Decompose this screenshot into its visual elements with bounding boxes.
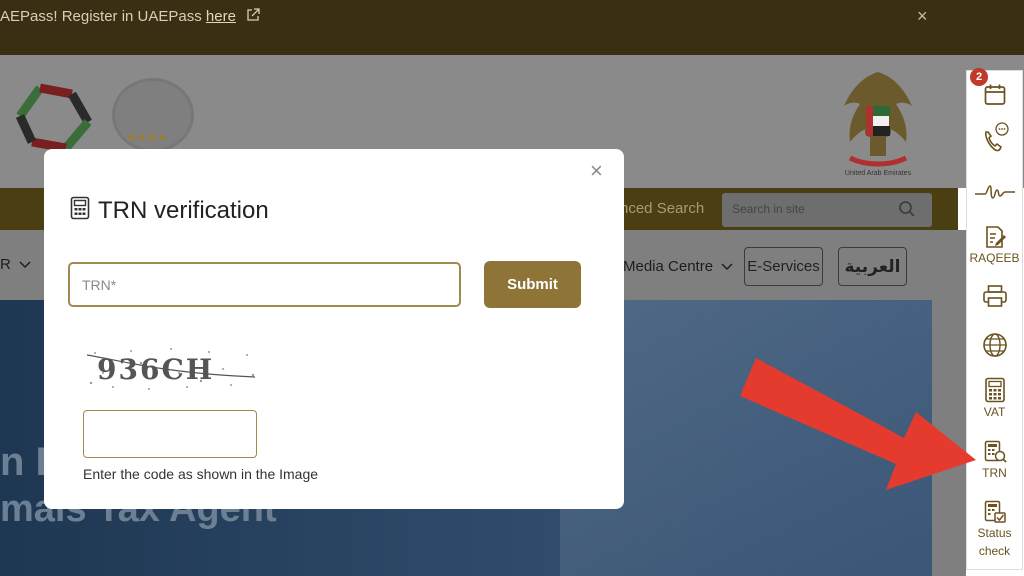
globe-icon	[966, 332, 1023, 358]
side-language-button[interactable]	[966, 332, 1023, 358]
modal-close-icon[interactable]: ×	[590, 160, 603, 182]
captcha-hint: Enter the code as shown in the Image	[83, 466, 319, 482]
eservices-button[interactable]: E-Services	[744, 247, 823, 286]
fta-logo[interactable]	[10, 76, 94, 156]
external-link-icon	[246, 8, 260, 26]
rating-stars: ★★★★	[127, 132, 167, 144]
phone-chat-icon	[966, 122, 1023, 154]
side-signature-button[interactable]	[966, 182, 1023, 202]
captcha-image: 936CH	[83, 343, 259, 395]
chevron-down-icon	[717, 258, 733, 275]
announcement-text: AEPass! Register in UAEPass	[0, 8, 206, 25]
side-raqeeb-button[interactable]: RAQEEB	[966, 225, 1023, 267]
calculator-icon	[70, 196, 90, 227]
register-link[interactable]: here	[206, 8, 236, 25]
chevron-down-icon	[15, 256, 31, 273]
modal-title-text: TRN verification	[98, 197, 269, 224]
status-check-label-line1: Status	[977, 526, 1012, 540]
language-toggle-button[interactable]: العربية	[838, 247, 907, 286]
announcement-message: AEPass! Register in UAEPass here	[0, 8, 260, 26]
media-centre-label: Media Centre	[623, 258, 714, 275]
menu-item-partial-label: R	[0, 256, 11, 273]
side-contact-button[interactable]	[966, 122, 1023, 154]
search-placeholder: Search in site	[732, 202, 805, 216]
advanced-search-link[interactable]: nced Search	[620, 200, 704, 217]
award-badge-logo: ★★★★	[112, 78, 194, 152]
modal-title: TRN verification	[70, 196, 269, 227]
menu-item-partial[interactable]: R	[0, 256, 31, 273]
emblem-caption: United Arab Emirates	[844, 170, 912, 177]
red-annotation-arrow	[734, 356, 1024, 506]
captcha-code-input[interactable]	[83, 410, 257, 458]
site-search-input[interactable]: Search in site	[722, 193, 932, 227]
side-status-check-button[interactable]: Status check	[966, 500, 1023, 560]
printer-icon	[966, 284, 1023, 308]
submit-button[interactable]: Submit	[484, 261, 581, 308]
calendar-icon	[966, 83, 1023, 107]
status-check-label-line2: check	[978, 544, 1011, 558]
side-print-button[interactable]	[966, 284, 1023, 308]
uae-emblem-icon	[836, 66, 920, 170]
raqeeb-label: RAQEEB	[969, 251, 1020, 265]
raqeeb-icon	[966, 225, 1023, 249]
search-icon[interactable]	[898, 200, 916, 223]
announcement-close-icon[interactable]: ×	[917, 6, 928, 27]
announcement-bar: AEPass! Register in UAEPass here ×	[0, 0, 1024, 55]
trn-input[interactable]	[68, 262, 461, 307]
menu-media-centre[interactable]: Media Centre	[623, 258, 733, 275]
captcha-text: 936CH	[97, 353, 214, 386]
side-calendar-button[interactable]	[966, 83, 1023, 107]
signature-icon	[966, 182, 1023, 202]
